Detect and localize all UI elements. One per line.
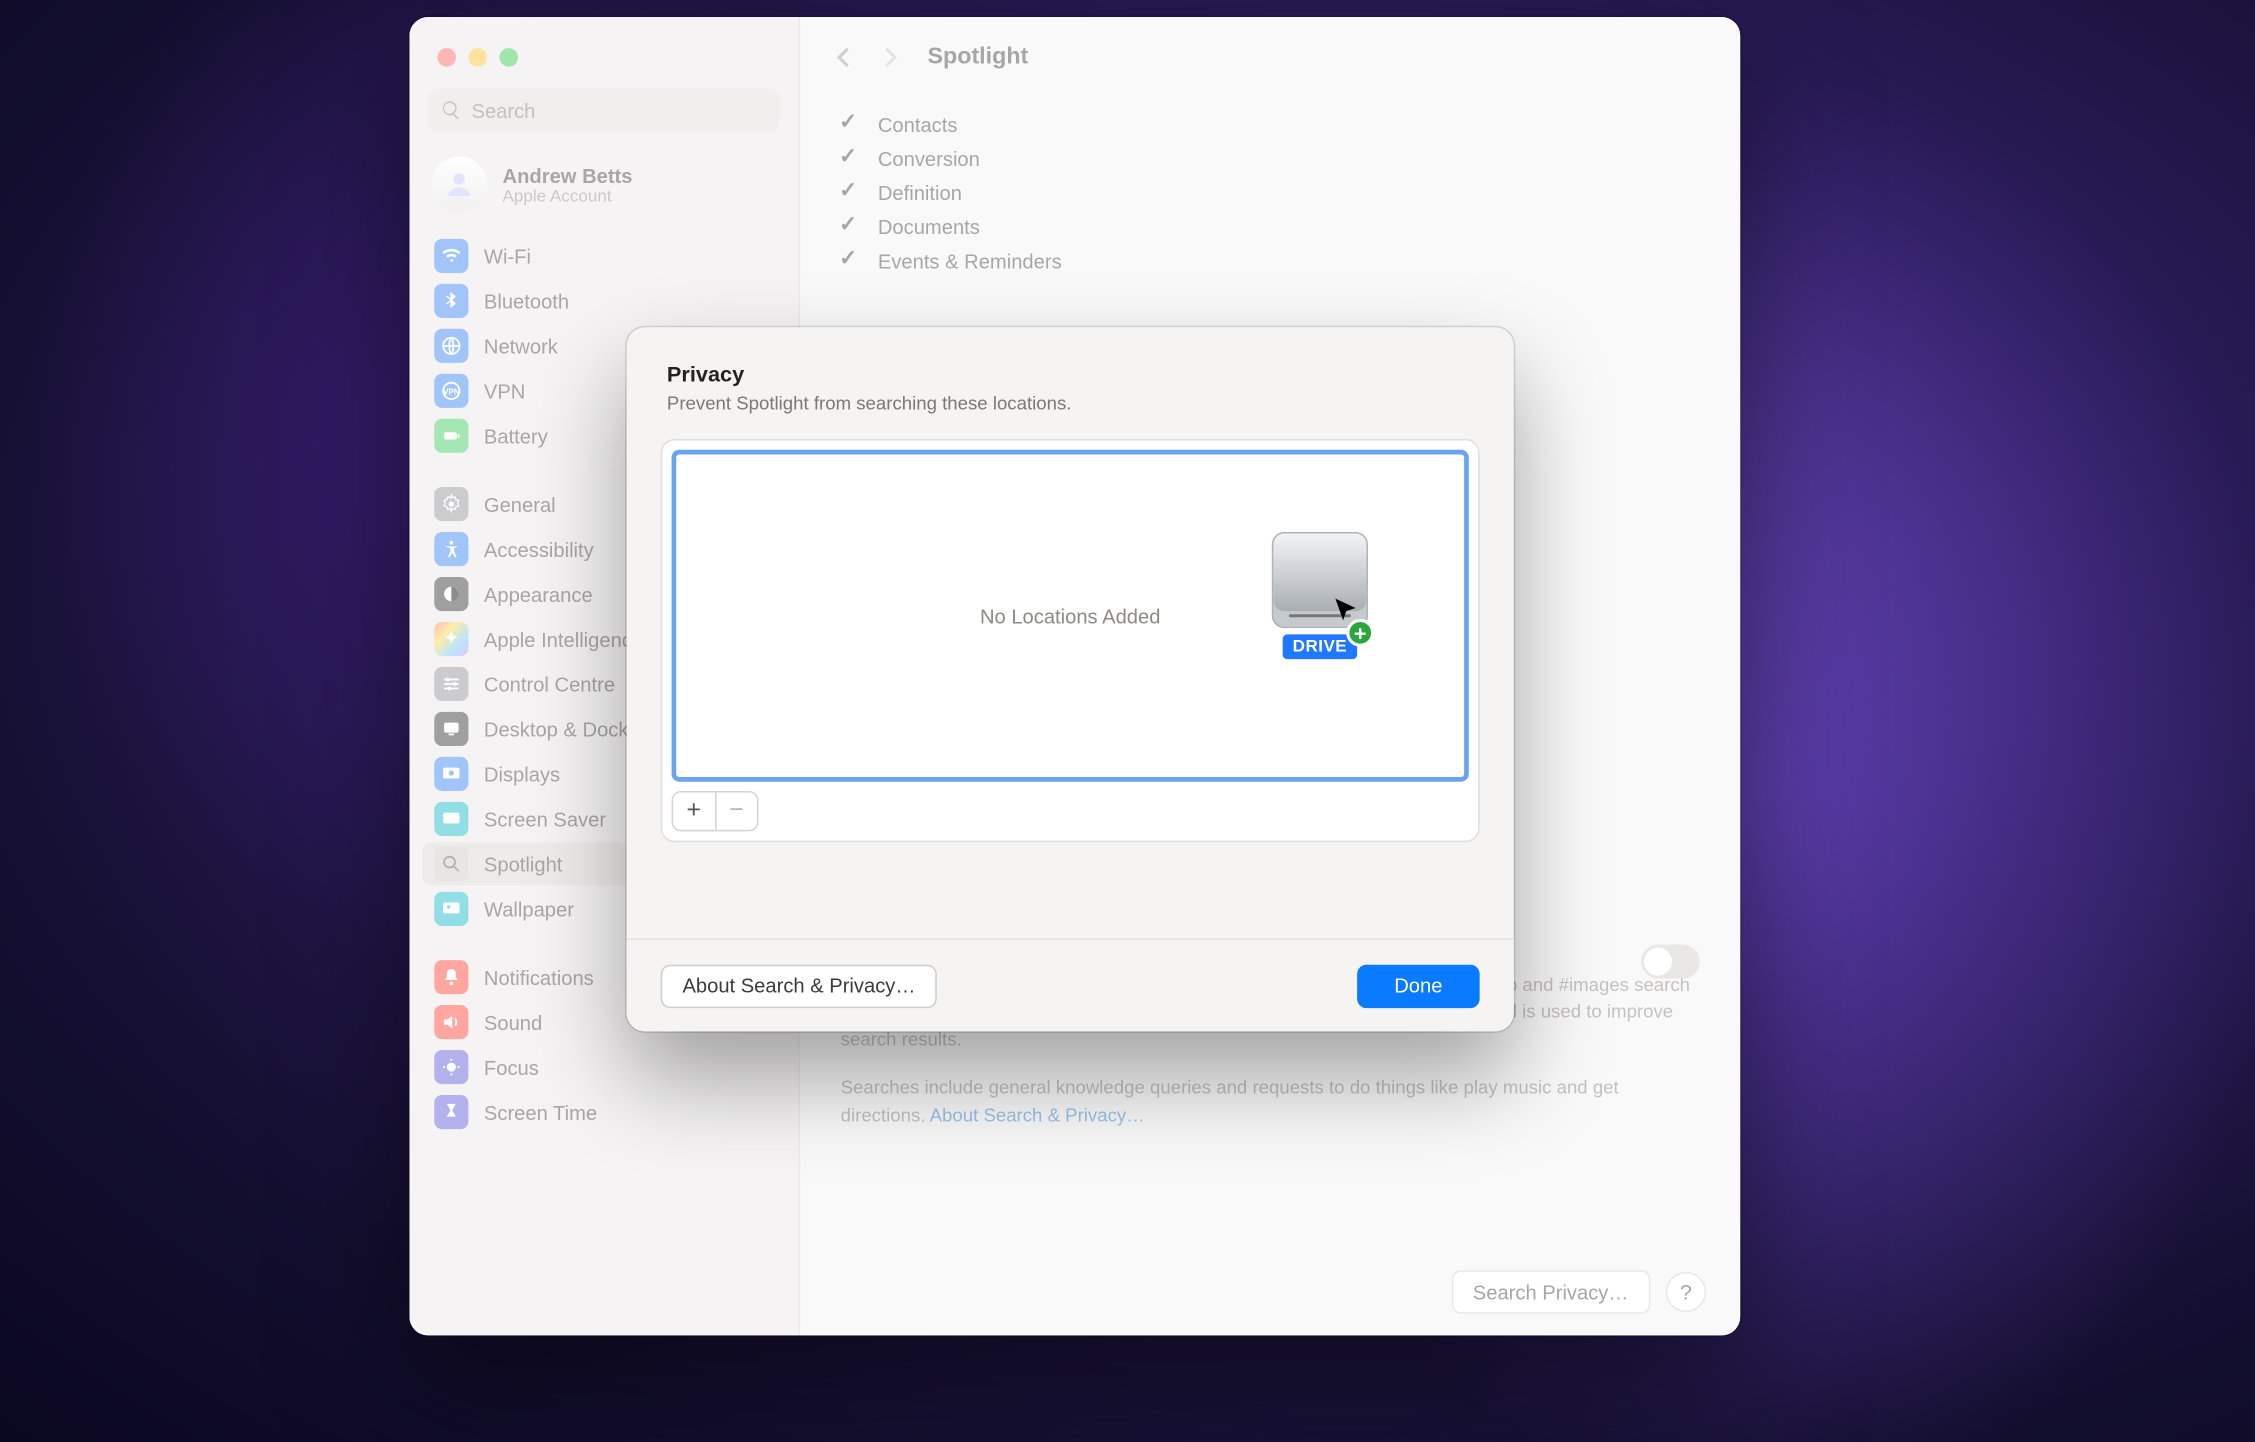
sidebar-item-label: Focus: [484, 1055, 539, 1078]
sliders-icon: [434, 667, 468, 701]
account-sub: Apple Account: [503, 187, 633, 206]
category-label: Definition: [878, 181, 962, 204]
back-button[interactable]: [834, 47, 853, 66]
search-input[interactable]: [472, 98, 768, 121]
search-icon: [440, 99, 462, 121]
checkbox-icon[interactable]: [841, 216, 863, 238]
appearance-icon: [434, 577, 468, 611]
hourglass-icon: [434, 1095, 468, 1129]
focus-icon: [434, 1050, 468, 1084]
wallpaper-icon: [434, 892, 468, 926]
sidebar-item-label: Bluetooth: [484, 289, 569, 312]
zoom-window-icon[interactable]: [499, 48, 518, 67]
about-search-privacy-link[interactable]: About Search & Privacy…: [930, 1104, 1145, 1126]
category-row[interactable]: Definition: [841, 181, 1700, 204]
sidebar-item-label: Control Centre: [484, 672, 615, 695]
sidebar-item-label: Appearance: [484, 582, 593, 605]
category-label: Events & Reminders: [878, 250, 1062, 273]
sheet-subtitle: Prevent Spotlight from searching these l…: [667, 392, 1474, 414]
remove-location-button[interactable]: −: [714, 793, 757, 830]
main-footer: Search Privacy… ?: [800, 1249, 1740, 1336]
sparkle-icon: [434, 622, 468, 656]
dropzone-placeholder: No Locations Added: [980, 604, 1160, 627]
sidebar-item-label: VPN: [484, 379, 525, 402]
sidebar-item-label: Screen Time: [484, 1100, 597, 1123]
gear-icon: [434, 487, 468, 521]
page-title: Spotlight: [927, 43, 1028, 69]
help-button[interactable]: ?: [1666, 1272, 1706, 1312]
sidebar-item-label: Wi-Fi: [484, 244, 531, 267]
add-badge-icon: +: [1346, 619, 1374, 647]
spotlight-category-list: Contacts Conversion Definition Documents Eve…: [800, 98, 1740, 289]
close-window-icon[interactable]: [437, 48, 456, 67]
sidebar-item-label: Wallpaper: [484, 897, 574, 920]
search-privacy-button[interactable]: Search Privacy…: [1451, 1270, 1650, 1313]
about-search-privacy-button[interactable]: About Search & Privacy…: [661, 964, 938, 1007]
drive-label: DRIVE: [1283, 634, 1356, 659]
network-icon: [434, 329, 468, 363]
battery-icon: [434, 419, 468, 453]
sidebar-item-label: Sound: [484, 1010, 542, 1033]
add-remove-buttons: + −: [672, 791, 759, 831]
privacy-sheet: Privacy Prevent Spotlight from searching…: [627, 327, 1514, 1031]
cursor-icon: [1334, 597, 1359, 622]
dragged-drive: + DRIVE: [1272, 532, 1368, 659]
category-row[interactable]: Contacts: [841, 113, 1700, 136]
minimize-window-icon[interactable]: [468, 48, 487, 67]
account-name: Andrew Betts: [503, 164, 633, 187]
window-traffic-lights[interactable]: [409, 29, 798, 82]
sidebar-item-label: Apple Intelligence: [484, 627, 643, 650]
category-label: Documents: [878, 216, 980, 239]
sheet-title: Privacy: [667, 361, 1474, 386]
svg-text:VPN: VPN: [443, 387, 460, 396]
sidebar-item-focus[interactable]: Focus: [422, 1045, 786, 1088]
sidebar-item-label: Network: [484, 334, 558, 357]
sidebar-item-wi-fi[interactable]: Wi-Fi: [422, 234, 786, 277]
search-icon: [434, 847, 468, 881]
checkbox-icon[interactable]: [841, 114, 863, 136]
bluetooth-icon: [434, 284, 468, 318]
category-row[interactable]: Events & Reminders: [841, 250, 1700, 273]
privacy-dropzone[interactable]: No Locations Added + DRIVE: [672, 450, 1469, 782]
sidebar-item-label: Accessibility: [484, 537, 594, 560]
sound-icon: [434, 1005, 468, 1039]
help-improve-toggle[interactable]: [1641, 945, 1700, 979]
sidebar-item-screen-time[interactable]: Screen Time: [422, 1090, 786, 1133]
sidebar-item-account[interactable]: Andrew Betts Apple Account: [409, 147, 798, 228]
sidebar-item-bluetooth[interactable]: Bluetooth: [422, 279, 786, 322]
accessibility-icon: [434, 532, 468, 566]
sidebar-item-label: Battery: [484, 424, 548, 447]
category-row[interactable]: Conversion: [841, 147, 1700, 170]
sidebar-item-label: Displays: [484, 762, 560, 785]
sidebar-item-label: General: [484, 492, 556, 515]
add-location-button[interactable]: +: [673, 793, 714, 830]
titlebar: Spotlight: [800, 17, 1740, 98]
forward-button[interactable]: [881, 47, 900, 66]
desktop-icon: [434, 712, 468, 746]
sidebar-item-label: Spotlight: [484, 852, 562, 875]
avatar: [431, 157, 487, 213]
checkbox-icon[interactable]: [841, 250, 863, 272]
checkbox-icon[interactable]: [841, 148, 863, 170]
bell-icon: [434, 960, 468, 994]
sidebar-item-label: Notifications: [484, 965, 594, 988]
category-label: Contacts: [878, 113, 958, 136]
category-label: Conversion: [878, 147, 980, 170]
sidebar-item-label: Screen Saver: [484, 807, 606, 830]
vpn-icon: VPN: [434, 374, 468, 408]
category-row[interactable]: Documents: [841, 216, 1700, 239]
screensaver-icon: [434, 802, 468, 836]
sidebar-item-label: Desktop & Dock: [484, 717, 629, 740]
done-button[interactable]: Done: [1357, 964, 1480, 1007]
sidebar-search[interactable]: [428, 88, 780, 131]
checkbox-icon[interactable]: [841, 182, 863, 204]
wifi-icon: [434, 239, 468, 273]
privacy-locations-panel: No Locations Added + DRIVE + −: [661, 439, 1480, 842]
displays-icon: [434, 757, 468, 791]
